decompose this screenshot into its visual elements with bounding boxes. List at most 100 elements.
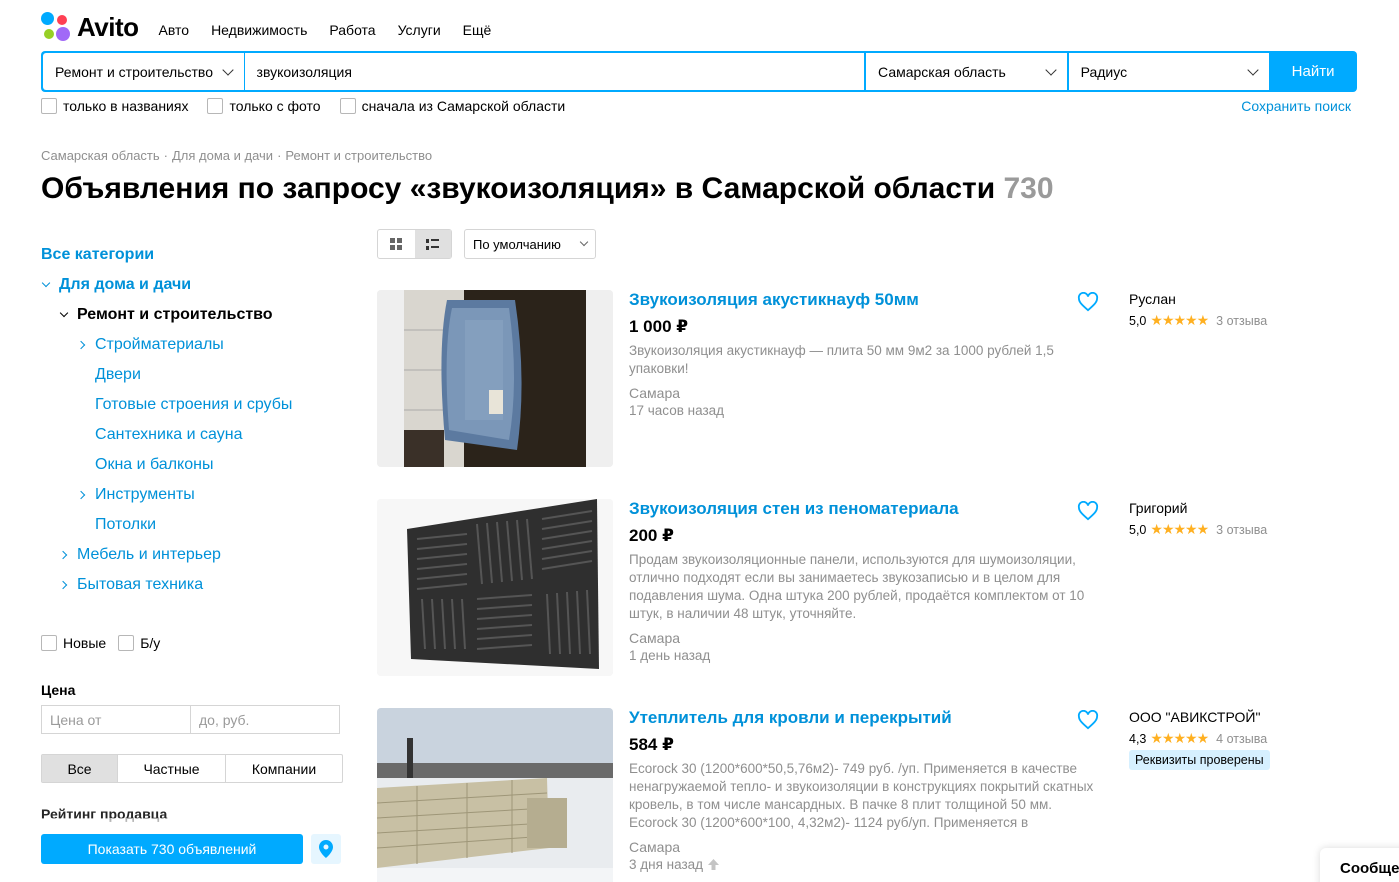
- search-button[interactable]: Найти: [1271, 53, 1355, 90]
- breadcrumb-repair[interactable]: Ремонт и строительство: [285, 148, 432, 163]
- seller-type-private[interactable]: Частные: [118, 755, 226, 782]
- price-filter-label: Цена: [41, 682, 76, 698]
- listing-photo[interactable]: [377, 499, 613, 676]
- page-title-text: Объявления по запросу «звукоизоляция» в …: [41, 172, 996, 205]
- nav-more[interactable]: Ещё: [463, 22, 492, 38]
- listing-time-text: 17 часов назад: [629, 403, 725, 418]
- listing-photo[interactable]: [377, 708, 613, 882]
- breadcrumb: Самарская область · Для дома и дачи · Ре…: [41, 148, 432, 163]
- avito-logo[interactable]: Avito: [41, 12, 139, 43]
- listing-price: 584 ₽: [629, 735, 674, 754]
- checkbox-box[interactable]: [118, 635, 135, 651]
- checkbox-box[interactable]: [41, 98, 57, 114]
- price-filter: [41, 705, 340, 734]
- checkbox-box[interactable]: [339, 98, 356, 114]
- heart-icon[interactable]: [1077, 710, 1099, 730]
- seller-name[interactable]: ООО "АВИКСТРОЙ": [1129, 709, 1260, 725]
- chevron-right-icon: [76, 490, 86, 500]
- sidebar-item-label: Мебель и интерьер: [77, 546, 221, 563]
- listing-title[interactable]: Звукоизоляция акустикнауф 50мм: [629, 290, 919, 310]
- region-first-checkbox[interactable]: сначала из Самарской области: [339, 98, 565, 114]
- radius-select-value: Радиус: [1080, 63, 1128, 80]
- nav-services[interactable]: Услуги: [398, 22, 441, 38]
- listing-title[interactable]: Утеплитель для кровли и перекрытий: [629, 708, 952, 728]
- price-to-input[interactable]: [190, 705, 340, 734]
- reviews-link[interactable]: 3 отзыва: [1216, 523, 1267, 537]
- listing-item: Звукоизоляция стен из пеноматериала 200 …: [377, 499, 1297, 677]
- seller-rating: 4,3 ★★★★★ 4 отзыва: [1129, 730, 1267, 747]
- sidebar-item-doors[interactable]: Двери: [41, 360, 341, 390]
- region-select[interactable]: Самарская область: [866, 53, 1067, 90]
- chevron-down-icon: [59, 308, 69, 318]
- radius-select[interactable]: Радиус: [1068, 53, 1270, 90]
- condition-new-checkbox[interactable]: Новые: [41, 635, 106, 651]
- sidebar-item-ceilings[interactable]: Потолки: [41, 510, 341, 540]
- category-select[interactable]: Ремонт и строительство: [43, 53, 244, 90]
- only-titles-checkbox[interactable]: только в названиях: [41, 98, 188, 114]
- chevron-down-icon: [221, 63, 234, 76]
- save-search-link[interactable]: Сохранить поиск: [1241, 98, 1351, 114]
- listing-item: Утеплитель для кровли и перекрытий 584 ₽…: [377, 708, 1297, 882]
- grid-view-button[interactable]: [378, 230, 415, 258]
- listing-photo[interactable]: [377, 290, 613, 467]
- listing-title[interactable]: Звукоизоляция стен из пеноматериала: [629, 499, 959, 519]
- heart-icon[interactable]: [1077, 501, 1099, 521]
- listing-photo-image: [377, 708, 613, 882]
- reviews-link[interactable]: 3 отзыва: [1216, 314, 1267, 328]
- only-photo-checkbox[interactable]: только с фото: [207, 98, 321, 114]
- listing-item: Звукоизоляция акустикнауф 50мм 1 000 ₽ З…: [377, 290, 1297, 468]
- seller-name[interactable]: Руслан: [1129, 291, 1176, 307]
- sidebar-item-label: Потолки: [95, 516, 157, 533]
- search-filters: только в названиях только с фото сначала…: [41, 98, 1357, 114]
- sidebar-item-appliances[interactable]: Бытовая техника: [41, 570, 341, 600]
- sidebar-item-all-categories[interactable]: Все категории: [41, 240, 341, 270]
- reviews-link[interactable]: 4 отзыва: [1216, 732, 1267, 746]
- sort-select[interactable]: По умолчанию: [464, 229, 596, 259]
- map-button[interactable]: [311, 834, 341, 864]
- sidebar-item-furniture[interactable]: Мебель и интерьер: [41, 540, 341, 570]
- seller-type-all[interactable]: Все: [42, 755, 118, 782]
- search-bar: Ремонт и строительство Самарская область…: [41, 51, 1357, 92]
- price-from-input[interactable]: [41, 705, 191, 734]
- listing-time-text: 3 дня назад: [629, 857, 704, 872]
- show-results-button[interactable]: Показать 730 объявлений: [41, 834, 303, 864]
- listing-time-text: 1 день назад: [629, 648, 711, 663]
- results-count: 730: [1003, 172, 1054, 205]
- sidebar-item-materials[interactable]: Стройматериалы: [41, 330, 341, 360]
- listing-description: Ecorock 30 (1200*600*50,5,76м2)- 749 руб…: [629, 761, 1094, 830]
- page-title: Объявления по запросу «звукоизоляция» в …: [41, 172, 1054, 206]
- seller-type-companies[interactable]: Компании: [226, 755, 342, 782]
- breadcrumb-home[interactable]: Для дома и дачи: [172, 148, 273, 163]
- nav-jobs[interactable]: Работа: [329, 22, 375, 38]
- checkbox-label: только с фото: [229, 98, 321, 114]
- breadcrumb-separator: ·: [163, 148, 168, 163]
- condition-used-checkbox[interactable]: Б/у: [118, 635, 160, 651]
- sidebar-item-label: Инструменты: [95, 486, 195, 503]
- nav-realty[interactable]: Недвижимость: [211, 22, 307, 38]
- sidebar-item-windows[interactable]: Окна и балконы: [41, 450, 341, 480]
- sidebar-item-repair[interactable]: Ремонт и строительство: [41, 300, 341, 330]
- sidebar-item-buildings[interactable]: Готовые строения и срубы: [41, 390, 341, 420]
- messages-widget[interactable]: Сообщения: [1320, 848, 1399, 882]
- search-query-field[interactable]: [244, 53, 865, 90]
- listing-time: 3 дня назад: [629, 857, 720, 872]
- listing-price: 200 ₽: [629, 526, 674, 545]
- checkbox-label: только в названиях: [63, 98, 189, 114]
- heart-icon[interactable]: [1077, 292, 1099, 312]
- checkbox-box[interactable]: [41, 635, 57, 651]
- search-input[interactable]: [256, 63, 853, 80]
- breadcrumb-region[interactable]: Самарская область: [41, 148, 160, 163]
- list-view-button[interactable]: [414, 230, 451, 258]
- listing-city: Самара: [629, 385, 681, 401]
- checkbox-box[interactable]: [207, 98, 224, 114]
- sidebar-item-tools[interactable]: Инструменты: [41, 480, 341, 510]
- seller-name[interactable]: Григорий: [1129, 500, 1187, 516]
- header: Avito Авто Недвижимость Работа Услуги Ещ…: [41, 12, 491, 42]
- sidebar-item-plumbing[interactable]: Сантехника и сауна: [41, 420, 341, 450]
- listing-city: Самара: [629, 839, 681, 855]
- listing-time: 17 часов назад: [629, 403, 724, 418]
- category-sidebar: Все категории Для дома и дачи Ремонт и с…: [41, 240, 341, 600]
- sidebar-item-label: Стройматериалы: [95, 336, 224, 353]
- nav-auto[interactable]: Авто: [159, 22, 190, 38]
- sidebar-item-home[interactable]: Для дома и дачи: [41, 270, 341, 300]
